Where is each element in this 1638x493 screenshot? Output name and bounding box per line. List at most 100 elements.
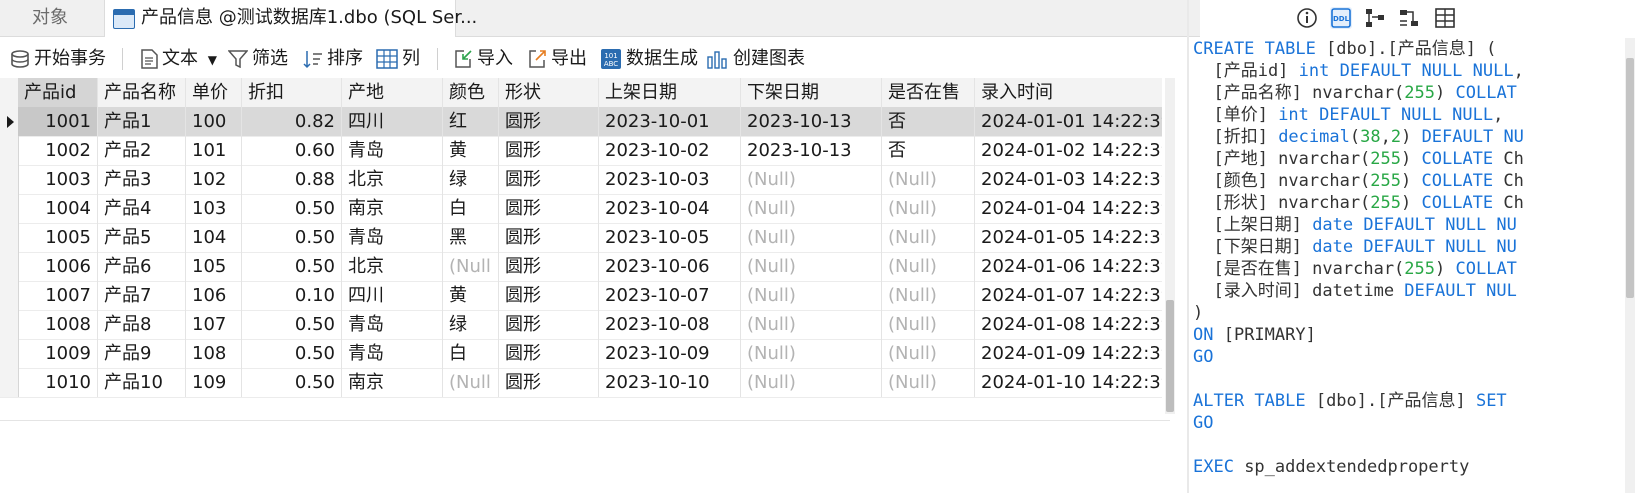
relation-icon[interactable] (1398, 7, 1420, 29)
filter-button[interactable]: 筛选 (228, 46, 288, 72)
table-cell[interactable]: (Null) (741, 165, 882, 194)
table-row[interactable]: 1004 产品4 103 0.50 南京白圆形 2023-10-04 (Null) (Null… (0, 194, 1162, 224)
table-cell[interactable]: 青岛 (342, 339, 443, 368)
table-cell[interactable]: 104 (186, 223, 242, 252)
table-cell[interactable]: 圆形 (499, 194, 599, 223)
table-cell[interactable]: 产品9 (98, 339, 186, 368)
column-header[interactable]: 上架日期 (599, 78, 741, 107)
row-selector[interactable] (0, 281, 19, 310)
table-cell[interactable]: 产品4 (98, 194, 186, 223)
column-header[interactable]: 产地 (342, 78, 443, 107)
table-row[interactable]: 1007 产品7 106 0.10 四川黄圆形 2023-10-07 (Null) (Null… (0, 281, 1162, 311)
table-cell[interactable]: (Null) (882, 310, 975, 339)
table-cell[interactable]: 1010 (18, 368, 98, 397)
table-cell[interactable]: (Null) (882, 252, 975, 281)
table-cell[interactable]: (Null) (741, 281, 882, 310)
table-cell[interactable]: (Null) (741, 368, 882, 397)
column-header[interactable]: 折扣 (242, 78, 342, 107)
table-cell[interactable]: 103 (186, 194, 242, 223)
table-cell[interactable]: (Null) (882, 223, 975, 252)
row-selector[interactable] (0, 194, 19, 223)
table-cell[interactable]: 2024-01-10 14:22:39 (975, 368, 1162, 397)
table-cell[interactable]: 1002 (18, 136, 98, 165)
table-cell[interactable]: (Null (443, 252, 499, 281)
row-selector[interactable] (0, 165, 19, 194)
table-cell[interactable]: 产品10 (98, 368, 186, 397)
text-view-button[interactable]: 文本 ▼ (140, 46, 217, 72)
pane-divider[interactable] (1187, 0, 1189, 493)
table-cell[interactable]: 红 (443, 107, 499, 136)
row-selector[interactable] (0, 368, 19, 397)
table-cell[interactable]: 0.82 (242, 107, 342, 136)
data-generation-button[interactable]: 101 ABC 数据生成 (600, 46, 698, 72)
table-cell[interactable]: 2024-01-06 14:22:39 (975, 252, 1162, 281)
table-cell[interactable]: 101 (186, 136, 242, 165)
column-header[interactable]: 下架日期 (741, 78, 882, 107)
table-cell[interactable]: 2024-01-04 14:22:39 (975, 194, 1162, 223)
table-cell[interactable]: 107 (186, 310, 242, 339)
table-cell[interactable]: 109 (186, 368, 242, 397)
table-cell[interactable]: 圆形 (499, 281, 599, 310)
table-cell[interactable]: 绿 (443, 165, 499, 194)
table-cell[interactable]: 100 (186, 107, 242, 136)
table-cell[interactable]: 0.88 (242, 165, 342, 194)
table-cell[interactable]: 106 (186, 281, 242, 310)
table-cell[interactable]: 2024-01-03 14:22:39 (975, 165, 1162, 194)
table-cell[interactable]: 青岛 (342, 310, 443, 339)
table-cell[interactable]: 2023-10-01 (599, 107, 741, 136)
row-selector[interactable] (0, 252, 19, 281)
table-cell[interactable]: 1008 (18, 310, 98, 339)
table-cell[interactable]: 1004 (18, 194, 98, 223)
column-header[interactable]: 单价 (186, 78, 242, 107)
tab-objects[interactable]: 对象 (0, 0, 100, 36)
table-cell[interactable]: (Null) (741, 310, 882, 339)
table-row[interactable]: 1003 产品3 102 0.88 北京绿圆形 2023-10-03 (Null) (Null… (0, 165, 1162, 195)
table-cell[interactable]: 产品7 (98, 281, 186, 310)
table-cell[interactable]: 产品2 (98, 136, 186, 165)
table-cell[interactable]: 2023-10-10 (599, 368, 741, 397)
table-cell[interactable]: 绿 (443, 310, 499, 339)
table-cell[interactable]: 105 (186, 252, 242, 281)
row-selector[interactable] (0, 136, 19, 165)
table-cell[interactable]: 产品1 (98, 107, 186, 136)
column-header[interactable]: 颜色 (443, 78, 499, 107)
scrollbar-thumb[interactable] (1626, 58, 1634, 298)
table-cell[interactable]: 2023-10-08 (599, 310, 741, 339)
table-cell[interactable]: 2024-01-09 14:22:39 (975, 339, 1162, 368)
table-cell[interactable]: 0.50 (242, 194, 342, 223)
table-cell[interactable]: 0.50 (242, 252, 342, 281)
table-cell[interactable]: (Null) (741, 339, 882, 368)
row-selector[interactable] (0, 223, 19, 252)
table-cell[interactable]: 圆形 (499, 223, 599, 252)
table-cell[interactable]: 产品8 (98, 310, 186, 339)
table-cell[interactable]: 产品5 (98, 223, 186, 252)
table-cell[interactable]: (Null) (741, 223, 882, 252)
dependency-icon[interactable] (1364, 7, 1386, 29)
table-cell[interactable]: 2024-01-07 14:22:39 (975, 281, 1162, 310)
table-cell[interactable]: (Null) (741, 194, 882, 223)
table-cell[interactable]: 2024-01-05 14:22:39 (975, 223, 1162, 252)
tab-product-info[interactable]: 产品信息 @测试数据库1.dbo (SQL Ser... (104, 0, 477, 37)
table-cell[interactable]: 黑 (443, 223, 499, 252)
table-cell[interactable]: 圆形 (499, 165, 599, 194)
table-row[interactable]: 1001 产品1 100 0.82 四川红圆形 2023-10-01 2023-10-13 否… (0, 107, 1162, 137)
table-cell[interactable]: 1006 (18, 252, 98, 281)
table-cell[interactable]: 102 (186, 165, 242, 194)
table-cell[interactable]: 2023-10-09 (599, 339, 741, 368)
info-icon[interactable] (1296, 7, 1318, 29)
create-chart-button[interactable]: 创建图表 (707, 46, 805, 72)
table-cell[interactable]: 2023-10-13 (741, 136, 882, 165)
table-cell[interactable]: 黄 (443, 281, 499, 310)
table-cell[interactable]: (Null (443, 368, 499, 397)
table-row[interactable]: 1008 产品8 107 0.50 青岛绿圆形 2023-10-08 (Null) (Null… (0, 310, 1162, 340)
table-cell[interactable]: 2023-10-13 (741, 107, 882, 136)
table-cell[interactable]: 产品3 (98, 165, 186, 194)
table-icon[interactable] (1434, 7, 1456, 29)
table-cell[interactable]: 0.60 (242, 136, 342, 165)
begin-transaction-button[interactable]: 开始事务 (10, 46, 106, 72)
import-button[interactable]: 导入 (453, 46, 513, 72)
table-cell[interactable]: 0.50 (242, 310, 342, 339)
columns-button[interactable]: 列 (376, 46, 420, 72)
scrollbar-thumb[interactable] (1166, 300, 1174, 412)
table-cell[interactable]: 南京 (342, 368, 443, 397)
